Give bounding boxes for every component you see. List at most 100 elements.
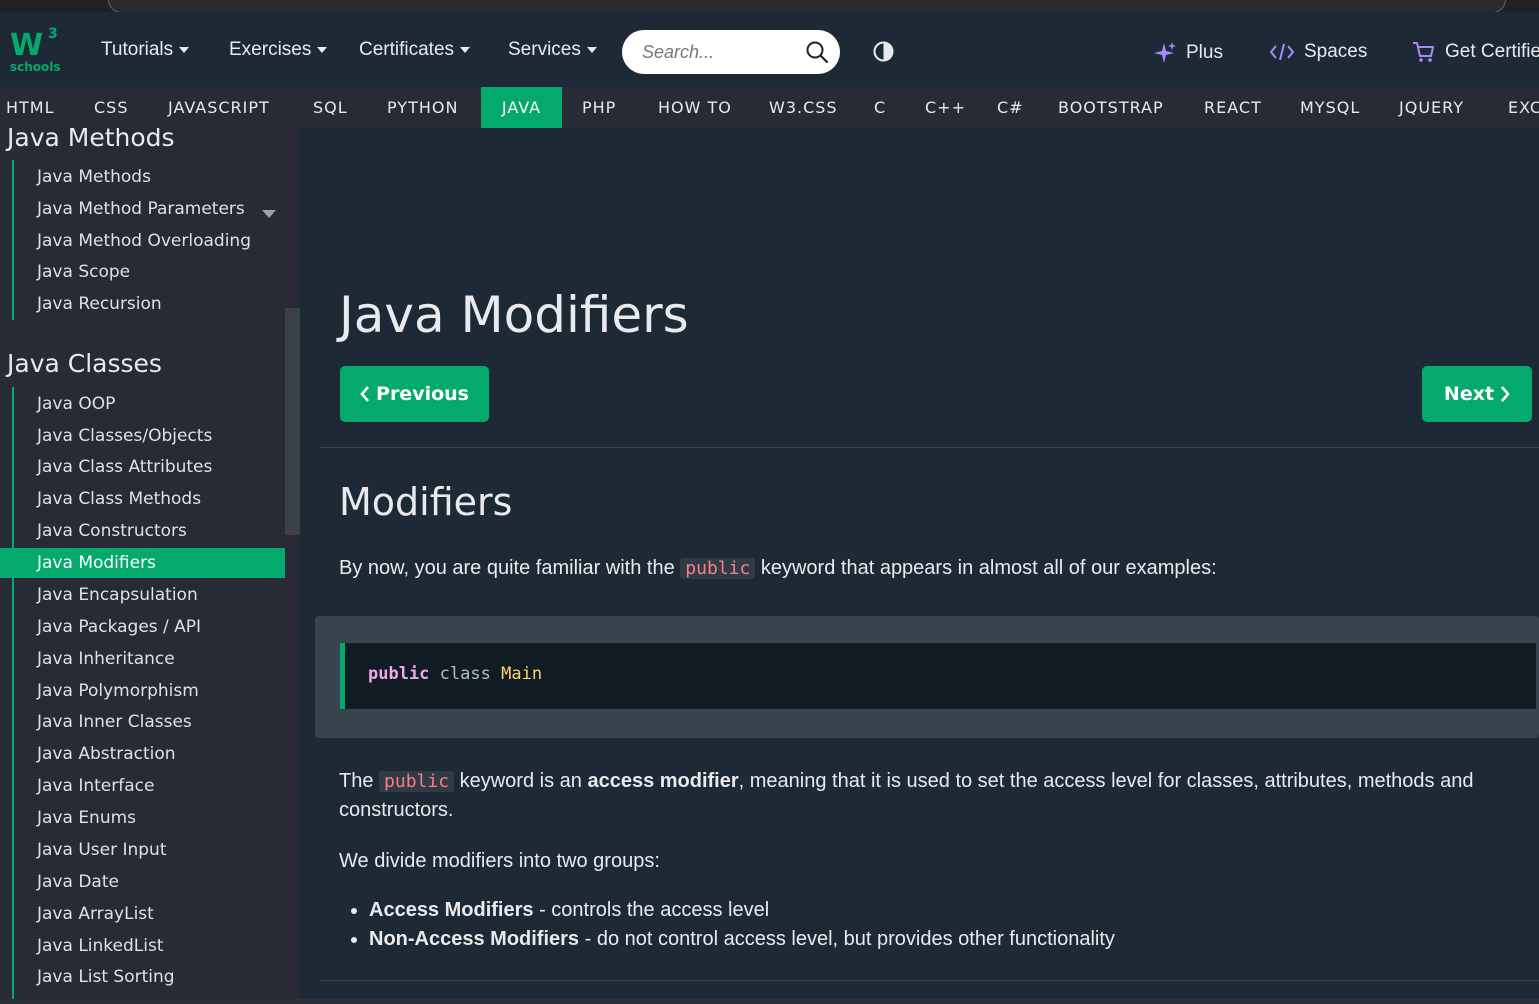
sidebar-item-packages[interactable]: Java Packages / API xyxy=(37,612,201,642)
subject-mysql[interactable]: MYSQL xyxy=(1300,87,1360,128)
intro-text-after: keyword that appears in almost all of ou… xyxy=(755,557,1217,579)
subject-w3css[interactable]: W3.CSS xyxy=(769,87,838,128)
sidebar-item-class-attributes[interactable]: Java Class Attributes xyxy=(37,452,212,482)
sidebar-item-method-overloading[interactable]: Java Method Overloading xyxy=(37,226,251,256)
section-divider-bottom xyxy=(320,980,1539,981)
contrast-toggle-icon[interactable] xyxy=(873,41,894,62)
exercises-label: Exercises xyxy=(229,39,312,60)
inline-code-public-2: public xyxy=(379,771,455,792)
subject-javascript[interactable]: JAVASCRIPT xyxy=(168,87,270,128)
next-button[interactable]: Next xyxy=(1422,366,1532,422)
subject-html[interactable]: HTML xyxy=(6,87,55,128)
exercises-menu[interactable]: Exercises xyxy=(229,39,328,61)
subject-csharp[interactable]: C# xyxy=(997,87,1024,128)
code-keyword: public xyxy=(368,664,430,684)
sidebar-item-interface[interactable]: Java Interface xyxy=(37,771,154,801)
subject-c[interactable]: C xyxy=(874,87,886,128)
list-item: Non-Access Modifiers - do not control ac… xyxy=(369,925,1115,954)
chevron-left-icon xyxy=(360,386,370,402)
subject-topnav: HTML CSS JAVASCRIPT SQL PYTHON JAVA PHP … xyxy=(0,87,1539,128)
sidebar-item-date[interactable]: Java Date xyxy=(37,867,119,897)
sidebar-heading-methods: Java Methods xyxy=(7,128,175,152)
group-desc: - do not control access level, but provi… xyxy=(579,928,1115,950)
subject-php[interactable]: PHP xyxy=(582,87,616,128)
section-heading: Modifiers xyxy=(339,480,513,524)
subject-howto[interactable]: HOW TO xyxy=(658,87,732,128)
sparkle-icon xyxy=(1154,42,1176,63)
caret-down-icon xyxy=(586,47,597,53)
subject-sql[interactable]: SQL xyxy=(313,87,348,128)
sidebar-item-oop[interactable]: Java OOP xyxy=(37,389,115,419)
sidebar-item-polymorphism[interactable]: Java Polymorphism xyxy=(37,676,199,706)
page-title: Java Modifiers xyxy=(339,286,689,344)
intro-text-before: By now, you are quite familiar with the xyxy=(339,557,681,579)
plus-link[interactable]: Plus xyxy=(1154,41,1223,65)
intro-paragraph: By now, you are quite familiar with the … xyxy=(339,554,1534,583)
subject-jquery[interactable]: JQUERY xyxy=(1399,87,1464,128)
sidebar-item-modifiers[interactable]: Java Modifiers xyxy=(0,548,285,578)
get-certified-link[interactable]: Get Certifie xyxy=(1412,41,1539,63)
previous-button[interactable]: Previous xyxy=(340,366,489,422)
groups-intro-paragraph: We divide modifiers into two groups: xyxy=(339,850,660,872)
subject-react[interactable]: REACT xyxy=(1204,87,1262,128)
tutorials-label: Tutorials xyxy=(101,39,174,60)
subject-java[interactable]: JAVA xyxy=(481,87,562,128)
sidebar-item-enums[interactable]: Java Enums xyxy=(37,803,136,833)
caret-down-icon xyxy=(460,47,471,53)
sidebar-item-method-parameters[interactable]: Java Method Parameters xyxy=(37,194,245,224)
sidebar-item-arraylist[interactable]: Java ArrayList xyxy=(37,899,154,929)
sidebar-item-classes-objects[interactable]: Java Classes/Objects xyxy=(37,421,212,451)
caret-down-icon xyxy=(317,47,328,53)
certificates-menu[interactable]: Certificates xyxy=(359,39,471,61)
sidebar-item-list-sorting[interactable]: Java List Sorting xyxy=(37,962,175,992)
logo-schools: schools xyxy=(10,60,61,74)
subject-python[interactable]: PYTHON xyxy=(387,87,458,128)
inline-code-public: public xyxy=(680,558,756,579)
code-icon xyxy=(1270,43,1294,61)
tutorials-menu[interactable]: Tutorials xyxy=(101,39,190,61)
sidebar-item-constructors[interactable]: Java Constructors xyxy=(37,516,187,546)
horizontal-scrollbar[interactable] xyxy=(0,999,1539,1004)
services-menu[interactable]: Services xyxy=(508,39,597,61)
sidebar-item-encapsulation[interactable]: Java Encapsulation xyxy=(37,580,198,610)
code-block: public class Main xyxy=(340,643,1536,709)
code-line: public class Main xyxy=(368,664,542,684)
subject-bootstrap[interactable]: BOOTSTRAP xyxy=(1058,87,1164,128)
code-class-keyword: class xyxy=(439,664,491,684)
subject-cpp[interactable]: C++ xyxy=(925,87,966,128)
sidebar-item-recursion[interactable]: Java Recursion xyxy=(37,289,162,319)
search-icon[interactable] xyxy=(806,41,828,63)
p2-text-middle: keyword is an xyxy=(454,770,588,792)
plus-label: Plus xyxy=(1186,42,1223,63)
services-label: Services xyxy=(508,39,581,60)
sidebar-scrollbar[interactable] xyxy=(285,308,300,535)
sidebar-item-abstraction[interactable]: Java Abstraction xyxy=(37,739,176,769)
cart-icon xyxy=(1413,42,1434,62)
sidebar-item-scope[interactable]: Java Scope xyxy=(37,257,130,287)
sidebar-item-java-methods[interactable]: Java Methods xyxy=(37,162,151,192)
subject-excel[interactable]: EXC xyxy=(1508,87,1539,128)
sidebar-heading-classes: Java Classes xyxy=(7,349,162,378)
subject-css[interactable]: CSS xyxy=(94,87,128,128)
sidebar-item-class-methods[interactable]: Java Class Methods xyxy=(37,484,201,514)
spaces-link[interactable]: Spaces xyxy=(1270,41,1367,63)
spaces-label: Spaces xyxy=(1304,41,1368,62)
caret-down-icon xyxy=(179,47,190,53)
sidebar-item-inner-classes[interactable]: Java Inner Classes xyxy=(37,707,192,737)
modifier-groups-list: Access Modifiers - controls the access l… xyxy=(349,896,1115,954)
main-content: Java Modifiers Previous Next Modifiers B… xyxy=(300,128,1539,1004)
previous-label: Previous xyxy=(376,383,469,405)
chevron-right-icon xyxy=(1501,386,1510,402)
sidebar-item-linkedlist[interactable]: Java LinkedList xyxy=(37,931,164,961)
sidebar-item-inheritance[interactable]: Java Inheritance xyxy=(37,644,175,674)
group-name: Access Modifiers xyxy=(369,899,534,921)
section-divider xyxy=(320,447,1539,448)
w3schools-logo[interactable]: W 3 schools xyxy=(8,26,64,76)
sidebar-item-user-input[interactable]: Java User Input xyxy=(37,835,166,865)
list-item: Access Modifiers - controls the access l… xyxy=(369,896,1115,925)
top-navigation: W 3 schools Tutorials Exercises Certific… xyxy=(0,12,1539,87)
p2-bold-term: access modifier xyxy=(587,770,739,792)
left-sidebar: Java Methods Java Methods Java Method Pa… xyxy=(0,128,300,1004)
expand-caret-icon[interactable] xyxy=(262,210,276,218)
search-input[interactable] xyxy=(642,40,802,64)
